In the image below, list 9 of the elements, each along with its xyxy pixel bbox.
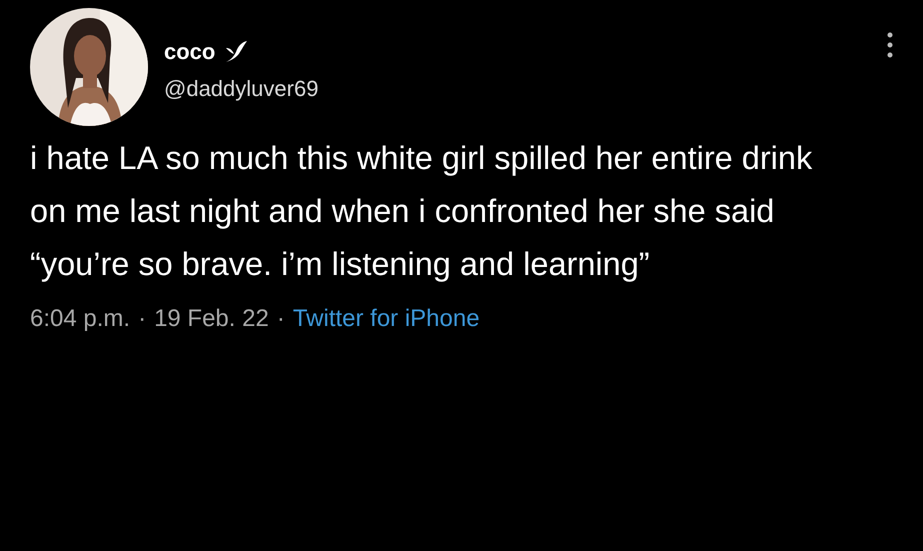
separator: ·	[138, 304, 146, 334]
more-options-icon[interactable]	[887, 32, 893, 58]
username: @daddyluver69	[164, 75, 320, 104]
source-link[interactable]: Twitter for iPhone	[292, 301, 480, 337]
display-name: coco	[164, 40, 216, 64]
tweet-text: i hate LA so much this white girl spilled her entire drink on me last night and when i confronted her she said “you’re so brave. i’m listening and learning”	[30, 139, 814, 284]
timestamp: 6:04 p.m.	[30, 304, 130, 334]
timestamp: 19 Feb. 22	[154, 304, 269, 334]
separator: ·	[276, 304, 285, 334]
